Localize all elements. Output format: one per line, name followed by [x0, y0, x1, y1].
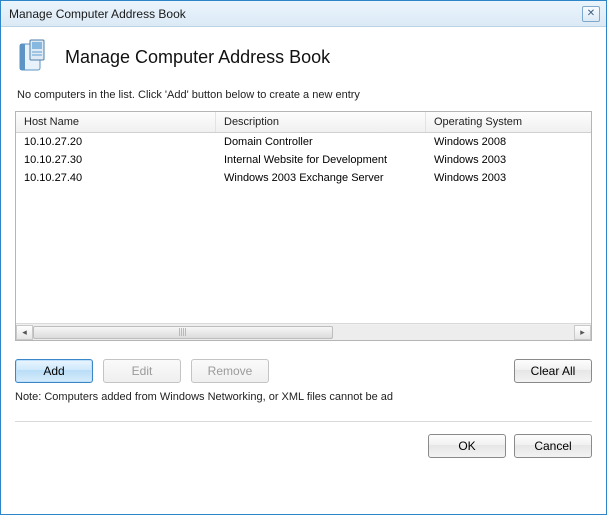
cell-description: Windows 2003 Exchange Server — [216, 168, 426, 188]
header-row: Manage Computer Address Book — [15, 37, 592, 77]
edit-button[interactable]: Edit — [103, 359, 181, 383]
close-button[interactable]: ✕ — [582, 6, 600, 22]
scroll-thumb[interactable] — [33, 326, 333, 339]
page-title: Manage Computer Address Book — [65, 47, 330, 68]
cell-description: Internal Website for Development — [216, 150, 426, 170]
content-area: Manage Computer Address Book No computer… — [1, 27, 606, 514]
dialog-window: Manage Computer Address Book ✕ Manage Co… — [0, 0, 607, 515]
table-body: 10.10.27.20Domain ControllerWindows 2008… — [16, 133, 591, 323]
computers-table: Host Name Description Operating System 1… — [15, 111, 592, 341]
ok-button[interactable]: OK — [428, 434, 506, 458]
scroll-track[interactable] — [33, 325, 574, 340]
add-button[interactable]: Add — [15, 359, 93, 383]
scroll-left-arrow-icon[interactable]: ◂ — [16, 325, 33, 340]
close-icon: ✕ — [587, 8, 595, 19]
address-book-icon — [15, 37, 55, 77]
table-row[interactable]: 10.10.27.20Domain ControllerWindows 2008 — [16, 133, 591, 151]
note-text: Note: Computers added from Windows Netwo… — [15, 391, 592, 403]
scroll-right-arrow-icon[interactable]: ▸ — [574, 325, 591, 340]
titlebar: Manage Computer Address Book ✕ — [1, 1, 606, 27]
helper-text: No computers in the list. Click 'Add' bu… — [17, 89, 590, 101]
divider — [15, 421, 592, 422]
action-button-row: Add Edit Remove Clear All — [15, 359, 592, 383]
cell-os: Windows 2003 — [426, 168, 591, 188]
cell-host: 10.10.27.40 — [16, 168, 216, 188]
horizontal-scrollbar[interactable]: ◂ ▸ — [16, 323, 591, 340]
window-title: Manage Computer Address Book — [9, 7, 582, 21]
footer-button-row: OK Cancel — [15, 434, 592, 458]
column-header-description[interactable]: Description — [216, 112, 426, 132]
table-header: Host Name Description Operating System — [16, 112, 591, 133]
cell-os: Windows 2003 — [426, 150, 591, 170]
table-row[interactable]: 10.10.27.40Windows 2003 Exchange ServerW… — [16, 169, 591, 187]
clear-all-button[interactable]: Clear All — [514, 359, 592, 383]
remove-button[interactable]: Remove — [191, 359, 269, 383]
column-header-os[interactable]: Operating System — [426, 112, 591, 132]
table-row[interactable]: 10.10.27.30Internal Website for Developm… — [16, 151, 591, 169]
cancel-button[interactable]: Cancel — [514, 434, 592, 458]
column-header-host[interactable]: Host Name — [16, 112, 216, 132]
cell-host: 10.10.27.30 — [16, 150, 216, 170]
